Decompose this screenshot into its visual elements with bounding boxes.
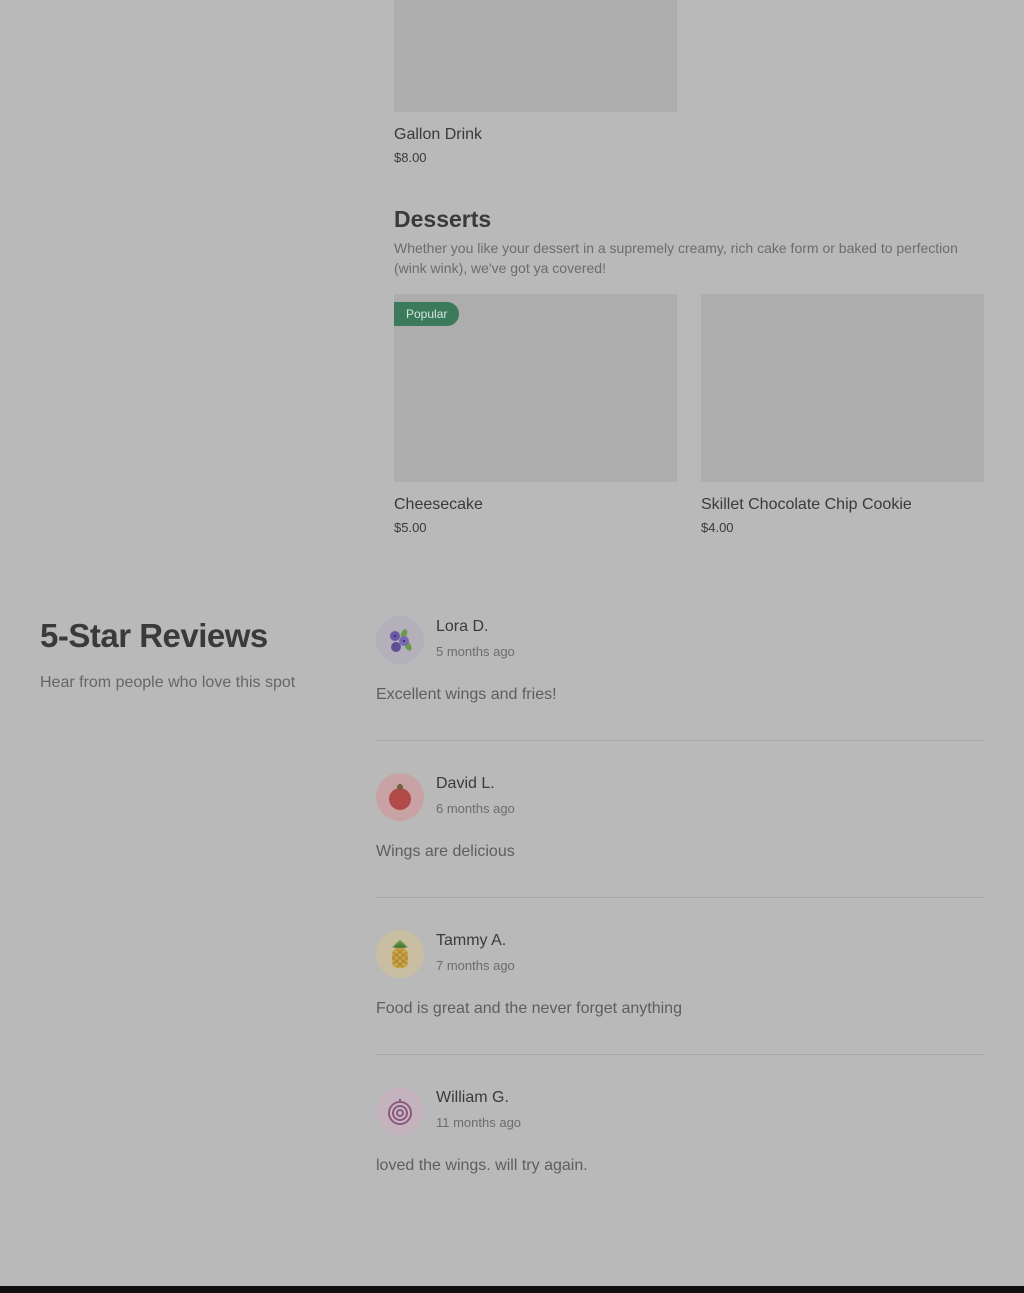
- reviewer-name: Lora D.: [436, 618, 489, 635]
- reviewer-name: Tammy A.: [436, 932, 507, 949]
- menu-item-price: $4.00: [701, 520, 734, 535]
- reviewer-avatar: [376, 616, 424, 664]
- menu-item-price: $8.00: [394, 150, 427, 165]
- popular-badge: Popular: [394, 302, 460, 326]
- review-item: Lora D. 5 months ago Excellent wings and…: [376, 616, 984, 773]
- menu-item-image: [394, 0, 677, 112]
- review-text: loved the wings. will try again.: [376, 1157, 588, 1174]
- review-time: 11 months ago: [436, 1115, 522, 1130]
- reviewer-name: William G.: [436, 1089, 509, 1106]
- review-item: William G. 11 months ago loved the wings…: [376, 1087, 984, 1244]
- blueberry-icon: [390, 629, 412, 652]
- section-description: Whether you like your dessert in a supre…: [394, 240, 958, 276]
- reviewer-avatar: [376, 773, 424, 821]
- pineapple-icon: [391, 940, 409, 968]
- menu-item-card[interactable]: Gallon Drink $8.00: [394, 0, 677, 166]
- onion-icon: [388, 1099, 412, 1125]
- menu-item-card[interactable]: Popular Cheesecake $5.00: [394, 294, 677, 536]
- reviews-title: 5-Star Reviews: [40, 617, 268, 654]
- menu-item-card[interactable]: Skillet Chocolate Chip Cookie $4.00: [701, 294, 984, 536]
- divider: [376, 897, 984, 898]
- reviewer-avatar: [376, 1087, 424, 1135]
- menu-item-image: [701, 294, 984, 482]
- review-item: David L. 6 months ago Wings are deliciou…: [376, 773, 984, 930]
- menu-item-name: Cheesecake: [394, 496, 483, 513]
- review-item: Tammy A. 7 months ago Food is great and …: [376, 930, 984, 1087]
- menu-item-image: Popular: [394, 294, 677, 482]
- review-text: Excellent wings and fries!: [376, 686, 557, 703]
- review-text: Food is great and the never forget anyth…: [376, 1000, 682, 1017]
- footer-bar: [0, 1286, 1024, 1293]
- review-time: 7 months ago: [436, 958, 515, 973]
- menu-item-name: Skillet Chocolate Chip Cookie: [701, 496, 912, 513]
- divider: [376, 740, 984, 741]
- section-title: Desserts: [394, 206, 492, 232]
- menu-item-name: Gallon Drink: [394, 126, 483, 143]
- tomato-icon: [389, 784, 411, 810]
- divider: [376, 1054, 984, 1055]
- reviewer-name: David L.: [436, 775, 495, 792]
- review-time: 6 months ago: [436, 801, 515, 816]
- reviews-subtitle: Hear from people who love this spot: [40, 674, 296, 691]
- menu-item-price: $5.00: [394, 520, 427, 535]
- review-time: 5 months ago: [436, 644, 515, 659]
- reviewer-avatar: [376, 930, 424, 978]
- review-text: Wings are delicious: [376, 843, 515, 860]
